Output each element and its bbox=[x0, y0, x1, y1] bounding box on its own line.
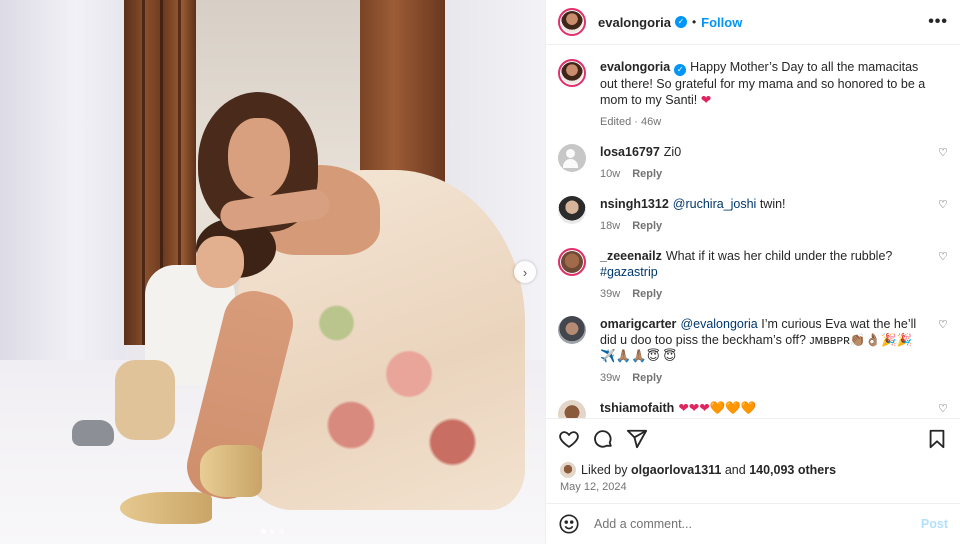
verified-badge-icon: ✓ bbox=[674, 16, 687, 28]
reply-button[interactable]: Reply bbox=[632, 168, 662, 180]
post-comment-button[interactable]: Post bbox=[921, 517, 948, 531]
comment-username[interactable]: _zeeenailz bbox=[600, 249, 662, 263]
emoji-icon[interactable] bbox=[558, 513, 580, 535]
likes-prefix: Liked by bbox=[581, 463, 628, 477]
likes-count[interactable]: 140,093 others bbox=[749, 463, 836, 477]
likes-middle: and bbox=[724, 463, 746, 477]
avatar[interactable] bbox=[560, 462, 576, 478]
verified-badge-icon: ✓ bbox=[674, 64, 687, 76]
comment-age: 39w bbox=[600, 288, 621, 300]
likes-summary: Liked by olgaorlova1311 and 140,093 othe… bbox=[546, 459, 960, 481]
post-modal: › evalongoria ✓ • Follow ••• evalongoria… bbox=[0, 0, 960, 544]
comment-username[interactable]: losa16797 bbox=[600, 145, 660, 159]
like-comment-heart-icon[interactable]: ♡ bbox=[938, 200, 948, 211]
comment-username[interactable]: omarigcarter bbox=[600, 317, 676, 331]
comment-age: 18w bbox=[600, 220, 621, 232]
post-date[interactable]: May 12, 2024 bbox=[546, 481, 960, 503]
liked-by-user[interactable]: olgaorlova1311 bbox=[631, 463, 721, 477]
comment-item: tshiamofaith ❤❤❤🧡🧡🧡 ♡ bbox=[558, 400, 948, 418]
follow-button[interactable]: Follow bbox=[701, 15, 742, 30]
comment-mention[interactable]: @evalongoria bbox=[680, 317, 757, 331]
comment-item: nsingh1312 @ruchira_joshi twin! 18w Reply … bbox=[558, 196, 948, 234]
comment-input[interactable] bbox=[592, 516, 921, 532]
comment-text: ❤❤❤🧡🧡🧡 bbox=[678, 401, 757, 415]
photo-face bbox=[228, 118, 290, 198]
comment-text: What if it was her child under the rubbl… bbox=[665, 249, 893, 263]
separator-dot: • bbox=[691, 15, 697, 29]
avatar[interactable] bbox=[558, 316, 586, 344]
comment-item: omarigcarter @evalongoria I’m curious Eva… bbox=[558, 316, 948, 386]
avatar[interactable] bbox=[558, 400, 586, 418]
caption-username[interactable]: evalongoria bbox=[600, 60, 670, 74]
caption-edited: Edited · 46w bbox=[600, 116, 662, 128]
photo-child-shoe bbox=[72, 420, 114, 446]
post-header: evalongoria ✓ • Follow ••• bbox=[546, 0, 960, 45]
carousel-dot bbox=[270, 529, 275, 534]
avatar[interactable] bbox=[558, 248, 586, 276]
comment-username[interactable]: tshiamofaith bbox=[600, 401, 674, 415]
carousel-dots bbox=[0, 529, 545, 534]
comment-item: losa16797 Zi0 10w Reply ♡ bbox=[558, 144, 948, 182]
carousel-dot bbox=[261, 529, 266, 534]
avatar[interactable] bbox=[558, 59, 586, 87]
like-comment-heart-icon[interactable]: ♡ bbox=[938, 148, 948, 159]
post-actions bbox=[546, 418, 960, 459]
comment-hashtag[interactable]: #gazastrip bbox=[600, 265, 658, 279]
author-username[interactable]: evalongoria bbox=[598, 15, 671, 30]
comment-text: Zi0 bbox=[663, 145, 682, 159]
heart-icon[interactable] bbox=[558, 428, 580, 450]
reply-button[interactable]: Reply bbox=[632, 288, 662, 300]
comment-age: 10w bbox=[600, 168, 621, 180]
more-options-button[interactable]: ••• bbox=[928, 13, 948, 31]
comment-item: _zeeenailz What if it was her child under… bbox=[558, 248, 948, 302]
carousel-dot bbox=[279, 529, 284, 534]
share-icon[interactable] bbox=[626, 428, 648, 450]
caption-body: evalongoria ✓ Happy Mother’s Day to all th… bbox=[600, 59, 948, 130]
photo-heel bbox=[200, 445, 262, 497]
like-comment-heart-icon[interactable]: ♡ bbox=[938, 404, 948, 415]
comment-mention[interactable]: @ruchira_joshi bbox=[673, 197, 757, 211]
reply-button[interactable]: Reply bbox=[632, 372, 662, 384]
caption: evalongoria ✓ Happy Mother’s Day to all th… bbox=[558, 59, 948, 130]
reply-button[interactable]: Reply bbox=[632, 220, 662, 232]
comment-icon[interactable] bbox=[592, 428, 614, 450]
bookmark-icon[interactable] bbox=[926, 428, 948, 450]
comment-username[interactable]: nsingh1312 bbox=[600, 197, 669, 211]
comment-age: 39w bbox=[600, 372, 621, 384]
comments-list[interactable]: evalongoria ✓ Happy Mother’s Day to all th… bbox=[546, 45, 960, 418]
post-photo[interactable]: › bbox=[0, 0, 545, 544]
comment-text: twin! bbox=[756, 197, 786, 211]
add-comment-bar: Post bbox=[546, 503, 960, 544]
photo-child-leg bbox=[115, 360, 175, 440]
heart-emoji-icon: ❤ bbox=[700, 93, 712, 107]
carousel-next-button[interactable]: › bbox=[514, 261, 536, 283]
post-sidebar: evalongoria ✓ • Follow ••• evalongoria ✓ H… bbox=[545, 0, 960, 544]
photo-child-face bbox=[196, 236, 244, 288]
chevron-right-icon: › bbox=[522, 264, 528, 280]
avatar[interactable] bbox=[558, 196, 586, 224]
like-comment-heart-icon[interactable]: ♡ bbox=[938, 320, 948, 331]
photo-heel bbox=[120, 492, 212, 524]
avatar[interactable] bbox=[558, 144, 586, 172]
like-comment-heart-icon[interactable]: ♡ bbox=[938, 252, 948, 263]
avatar[interactable] bbox=[558, 8, 586, 36]
